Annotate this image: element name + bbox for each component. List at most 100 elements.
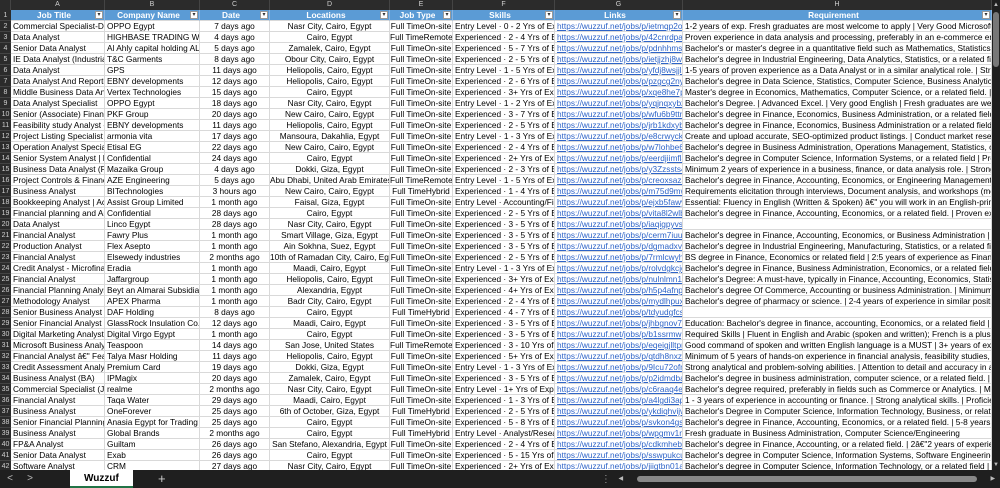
table-cell[interactable]: Experienced · 2 - 5 Yrs of Exp [453, 252, 555, 263]
table-cell[interactable]: Full TimeOn-site [390, 439, 453, 450]
table-cell[interactable]: Microsoft Business Analyst [11, 340, 105, 351]
table-cell[interactable]: Commercial Specialist (Jur [11, 384, 105, 395]
table-cell[interactable]: DAF Holding [105, 307, 200, 318]
table-cell[interactable]: Full TimeOn-site [390, 362, 453, 373]
table-cell[interactable]: Experienced · 2 - 4 Yrs of Exp [453, 296, 555, 307]
table-cell[interactable]: Bachelor's degree in Data Science, Stati… [683, 76, 992, 87]
column-header-f[interactable]: F [453, 0, 555, 10]
table-cell[interactable]: Credit Analyst - Microfinanc [11, 263, 105, 274]
table-cell[interactable]: Full TimeRemote [390, 32, 453, 43]
filter-dropdown-icon[interactable]: ▾ [982, 11, 990, 19]
row-number[interactable]: 39 [0, 428, 11, 439]
row-number[interactable]: 24 [0, 263, 11, 274]
table-cell[interactable]: https://wuzzuf.net/jobs/p/jrb1kdxybj-fe [555, 120, 683, 131]
table-cell[interactable]: Data Analyst And Reporting [11, 76, 105, 87]
table-cell[interactable]: 12 days ago [200, 76, 270, 87]
filter-dropdown-icon[interactable]: ▾ [95, 11, 103, 19]
row-number[interactable]: 35 [0, 384, 11, 395]
table-cell[interactable]: Nasr City, Cairo, Egypt [270, 461, 390, 470]
table-cell[interactable]: https://wuzzuf.net/jobs/p/mydlhpuxn8o-m [555, 296, 683, 307]
table-cell[interactable]: https://wuzzuf.net/jobs/p/9Icu72ofmc-cr [555, 362, 683, 373]
row-number[interactable]: 8 [0, 87, 11, 98]
more-options-icon[interactable]: ⋮ [601, 474, 611, 485]
table-cell[interactable]: Experienced · 3+ Yrs of Exp · Ac [453, 274, 555, 285]
table-cell[interactable]: Experienced · 5+ Yrs of Exp · A [453, 351, 555, 362]
column-header-b[interactable]: B [105, 0, 200, 10]
table-cell[interactable]: Experienced · 3 - 5 Yrs of Exp [453, 241, 555, 252]
table-cell[interactable]: https://wuzzuf.net/jobs/p/creoxsazaxmb [555, 175, 683, 186]
table-cell[interactable]: Full TimeOn-site [390, 76, 453, 87]
table-cell[interactable]: Full TimeOn-site [390, 109, 453, 120]
table-cell[interactable]: 1-2 years of exp. Fresh graduates are mo… [683, 21, 992, 32]
table-cell[interactable]: Heliopolis, Cairo, Egypt [270, 274, 390, 285]
table-cell[interactable]: HIGHBASE TRADING W.L. [105, 32, 200, 43]
table-cell[interactable]: Linco Egypt [105, 219, 200, 230]
table-cell[interactable]: https://wuzzuf.net/jobs/p/b1ssrmwpn5cf-d… [555, 329, 683, 340]
column-header-a[interactable]: A [11, 0, 105, 10]
table-cell[interactable]: Experienced · 3 - 10 Yrs of Exp [453, 340, 555, 351]
row-number[interactable]: 33 [0, 362, 11, 373]
row-number[interactable]: 9 [0, 98, 11, 109]
table-cell[interactable]: Credit Assessment Analyst [11, 362, 105, 373]
table-cell[interactable]: Business Analyst [11, 428, 105, 439]
row-number[interactable]: 12 [0, 131, 11, 142]
table-cell[interactable]: CRM [105, 461, 200, 470]
table-cell[interactable]: T&C Garments [105, 54, 200, 65]
row-number[interactable]: 42 [0, 461, 11, 470]
table-cell[interactable]: Create and upload accurate, SEO-optimize… [683, 131, 992, 142]
table-cell[interactable]: 1 - 3 years of experience in accounting … [683, 395, 992, 406]
table-cell[interactable]: Financial Analyst [11, 252, 105, 263]
table-cell[interactable]: Experienced · 2 - 4 Yrs of Exp [453, 32, 555, 43]
table-cell[interactable]: Project Listing Specialist & F [11, 131, 105, 142]
table-cell[interactable]: https://wuzzuf.net/jobs/p/svkon4gsxdtl-s [555, 417, 683, 428]
table-cell[interactable]: 28 days ago [200, 219, 270, 230]
table-cell[interactable]: Experienced · 1 - 4 Yrs of Exp [453, 186, 555, 197]
table-cell[interactable]: Fresh graduate in Business Administratio… [683, 428, 992, 439]
table-cell[interactable]: 2 months ago [200, 428, 270, 439]
table-cell[interactable]: EBNY developments [105, 120, 200, 131]
table-cell[interactable]: Bachelor's degree in Finance, Accounting… [683, 230, 992, 241]
table-cell[interactable]: 22 days ago [200, 142, 270, 153]
table-cell[interactable]: 11 days ago [200, 351, 270, 362]
row-number[interactable]: 25 [0, 274, 11, 285]
table-cell[interactable]: Experienced · 3 - 5 Yrs of Exp [453, 318, 555, 329]
table-cell[interactable]: Eradia [105, 263, 200, 274]
table-cell[interactable]: Heliopolis, Cairo, Egypt [270, 351, 390, 362]
row-number[interactable]: 22 [0, 241, 11, 252]
table-cell[interactable]: Full TimeOn-site [390, 98, 453, 109]
row-number[interactable]: 18 [0, 197, 11, 208]
table-cell[interactable]: Full TimeOn-site [390, 252, 453, 263]
table-cell[interactable]: https://wuzzuf.net/jobs/p/yqjnqxybzc6l-d… [555, 98, 683, 109]
row-number[interactable]: 27 [0, 296, 11, 307]
table-cell[interactable]: Business Analyst [11, 186, 105, 197]
table-cell[interactable]: Bachelor's degree required, preferably i… [683, 384, 992, 395]
table-cell[interactable]: Heliopolis, Cairo, Egypt [270, 65, 390, 76]
filter-dropdown-icon[interactable]: ▾ [673, 11, 681, 19]
table-cell[interactable]: Confidential [105, 153, 200, 164]
column-header-d[interactable]: D [270, 0, 390, 10]
table-cell[interactable]: Middle Business Data Analy [11, 87, 105, 98]
table-cell[interactable]: Full TimeOn-site [390, 351, 453, 362]
table-cell[interactable]: Full TimeOn-site [390, 43, 453, 54]
table-cell[interactable]: 1 month ago [200, 285, 270, 296]
table-cell[interactable]: Etisal EG [105, 142, 200, 153]
table-cell[interactable]: Financial Analyst â€" Feasi [11, 351, 105, 362]
table-cell[interactable]: Smart Village, Giza, Egypt [270, 230, 390, 241]
table-cell[interactable]: Bachelor's degree in Finance, Accounting… [683, 175, 992, 186]
table-cell[interactable]: Business Analyst [11, 406, 105, 417]
table-cell[interactable]: Senior Data Analyst [11, 43, 105, 54]
table-cell[interactable]: Good command of spoken and written Engli… [683, 340, 992, 351]
table-cell[interactable]: 1 month ago [200, 329, 270, 340]
table-cell[interactable]: 1 month ago [200, 230, 270, 241]
table-cell[interactable]: Bachelor's degree in Finance, Accounting… [683, 208, 992, 219]
prev-sheet-button[interactable]: < [0, 470, 20, 488]
table-cell[interactable]: https://wuzzuf.net/jobs/p/eerdjiimflacph… [555, 153, 683, 164]
table-cell[interactable]: 5 days ago [200, 175, 270, 186]
table-cell[interactable]: realme [105, 384, 200, 395]
table-cell[interactable]: https://wuzzuf.net/jobs/p/dgmadxv3gdt-p [555, 241, 683, 252]
header-cell[interactable]: Links ▾ [555, 10, 683, 21]
table-cell[interactable]: Data Analyst [11, 65, 105, 76]
table-cell[interactable]: Nasr City, Cairo, Egypt [270, 219, 390, 230]
table-cell[interactable]: 17 days ago [200, 131, 270, 142]
table-cell[interactable]: https://wuzzuf.net/jobs/p/sswpukcucoke-s [555, 450, 683, 461]
